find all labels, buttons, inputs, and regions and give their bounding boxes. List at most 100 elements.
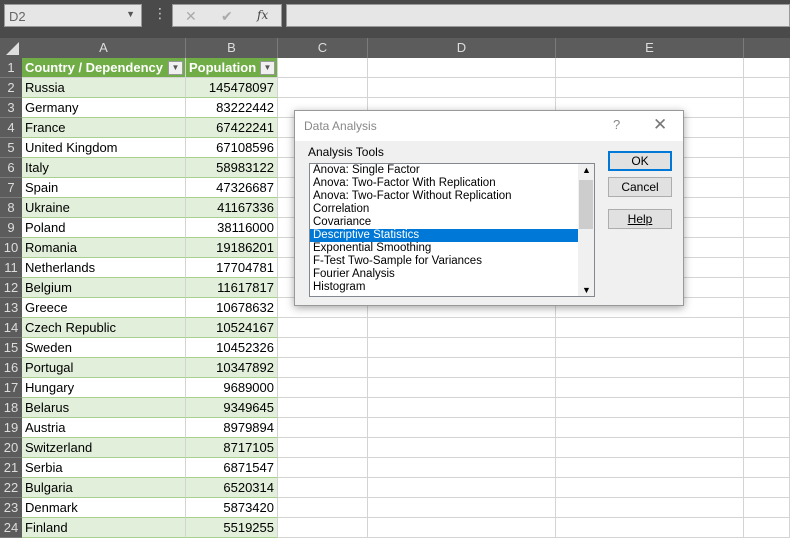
population-cell[interactable]: 17704781 xyxy=(186,258,278,278)
analysis-tool-item[interactable]: Histogram xyxy=(310,281,578,294)
row-header[interactable]: 6 xyxy=(0,158,22,178)
country-cell[interactable]: Belgium xyxy=(22,278,186,298)
country-cell[interactable]: Austria xyxy=(22,418,186,438)
row-header[interactable]: 9 xyxy=(0,218,22,238)
analysis-tool-item[interactable]: Covariance xyxy=(310,216,578,229)
analysis-tool-item[interactable]: F-Test Two-Sample for Variances xyxy=(310,255,578,268)
population-cell[interactable]: 67108596 xyxy=(186,138,278,158)
cell[interactable] xyxy=(556,418,744,438)
cell[interactable] xyxy=(368,358,556,378)
row-header[interactable]: 5 xyxy=(0,138,22,158)
population-cell[interactable]: 19186201 xyxy=(186,238,278,258)
country-cell[interactable]: Spain xyxy=(22,178,186,198)
row-header[interactable]: 22 xyxy=(0,478,22,498)
cell[interactable] xyxy=(744,458,790,478)
cell[interactable] xyxy=(278,338,368,358)
cell[interactable] xyxy=(556,378,744,398)
cell[interactable] xyxy=(744,98,790,118)
country-cell[interactable]: Denmark xyxy=(22,498,186,518)
cell[interactable] xyxy=(368,398,556,418)
cell[interactable] xyxy=(278,438,368,458)
cell[interactable] xyxy=(744,58,790,78)
cell[interactable] xyxy=(278,478,368,498)
cell[interactable] xyxy=(278,518,368,538)
row-header[interactable]: 17 xyxy=(0,378,22,398)
cell[interactable] xyxy=(278,318,368,338)
analysis-tool-item[interactable]: Descriptive Statistics xyxy=(310,229,578,242)
cell[interactable] xyxy=(744,418,790,438)
cell[interactable] xyxy=(744,398,790,418)
column-header-c[interactable]: C xyxy=(278,38,368,58)
cell[interactable] xyxy=(368,58,556,78)
population-cell[interactable]: 67422241 xyxy=(186,118,278,138)
population-cell[interactable]: 41167336 xyxy=(186,198,278,218)
column-header-e[interactable]: E xyxy=(556,38,744,58)
population-cell[interactable]: 9349645 xyxy=(186,398,278,418)
population-cell[interactable]: 9689000 xyxy=(186,378,278,398)
chevron-down-icon[interactable]: ▼ xyxy=(126,9,135,19)
country-cell[interactable]: Sweden xyxy=(22,338,186,358)
cell[interactable] xyxy=(744,478,790,498)
country-cell[interactable]: Poland xyxy=(22,218,186,238)
cell[interactable] xyxy=(556,478,744,498)
cell[interactable] xyxy=(556,338,744,358)
row-header[interactable]: 8 xyxy=(0,198,22,218)
cell[interactable] xyxy=(556,398,744,418)
cell[interactable] xyxy=(744,518,790,538)
cell[interactable] xyxy=(278,358,368,378)
cell[interactable] xyxy=(744,358,790,378)
row-header[interactable]: 16 xyxy=(0,358,22,378)
enter-icon[interactable]: ✔ xyxy=(221,8,233,25)
cell[interactable] xyxy=(744,198,790,218)
cell[interactable] xyxy=(556,518,744,538)
row-header[interactable]: 18 xyxy=(0,398,22,418)
cell[interactable] xyxy=(744,258,790,278)
cell[interactable] xyxy=(368,78,556,98)
cell[interactable] xyxy=(278,398,368,418)
population-cell[interactable]: 11617817 xyxy=(186,278,278,298)
cell[interactable] xyxy=(556,78,744,98)
column-header-b[interactable]: B xyxy=(186,38,278,58)
cell[interactable] xyxy=(556,438,744,458)
row-header[interactable]: 12 xyxy=(0,278,22,298)
cell[interactable] xyxy=(368,318,556,338)
population-cell[interactable]: 47326687 xyxy=(186,178,278,198)
country-cell[interactable]: Serbia xyxy=(22,458,186,478)
analysis-tool-item[interactable]: Fourier Analysis xyxy=(310,268,578,281)
country-cell[interactable]: Finland xyxy=(22,518,186,538)
cancel-button[interactable]: Cancel xyxy=(608,177,672,197)
cell[interactable] xyxy=(744,178,790,198)
formula-input[interactable] xyxy=(286,4,790,27)
country-cell[interactable]: United Kingdom xyxy=(22,138,186,158)
analysis-tool-item[interactable]: Anova: Two-Factor Without Replication xyxy=(310,190,578,203)
chevron-up-icon[interactable]: ▲ xyxy=(582,165,591,175)
country-cell[interactable]: Ukraine xyxy=(22,198,186,218)
country-cell[interactable]: Netherlands xyxy=(22,258,186,278)
row-header[interactable]: 20 xyxy=(0,438,22,458)
cell[interactable] xyxy=(368,338,556,358)
country-cell[interactable]: Romania xyxy=(22,238,186,258)
population-cell[interactable]: 10524167 xyxy=(186,318,278,338)
ok-button[interactable]: OK xyxy=(608,151,672,171)
chevron-down-icon[interactable]: ▼ xyxy=(582,285,591,295)
population-cell[interactable]: 10452326 xyxy=(186,338,278,358)
cell[interactable] xyxy=(744,338,790,358)
row-header[interactable]: 19 xyxy=(0,418,22,438)
country-cell[interactable]: Hungary xyxy=(22,378,186,398)
row-header[interactable]: 7 xyxy=(0,178,22,198)
cell[interactable] xyxy=(278,58,368,78)
select-all-button[interactable] xyxy=(0,38,22,58)
cell[interactable] xyxy=(744,318,790,338)
close-icon[interactable]: ✕ xyxy=(653,115,667,135)
cell[interactable] xyxy=(368,458,556,478)
cell[interactable] xyxy=(368,518,556,538)
population-cell[interactable]: 58983122 xyxy=(186,158,278,178)
row-header[interactable]: 11 xyxy=(0,258,22,278)
analysis-tool-item[interactable]: Exponential Smoothing xyxy=(310,242,578,255)
cell[interactable] xyxy=(278,418,368,438)
population-cell[interactable]: 5519255 xyxy=(186,518,278,538)
row-header[interactable]: 10 xyxy=(0,238,22,258)
cell[interactable] xyxy=(368,418,556,438)
population-cell[interactable]: 10347892 xyxy=(186,358,278,378)
help-icon[interactable]: ? xyxy=(613,117,620,132)
